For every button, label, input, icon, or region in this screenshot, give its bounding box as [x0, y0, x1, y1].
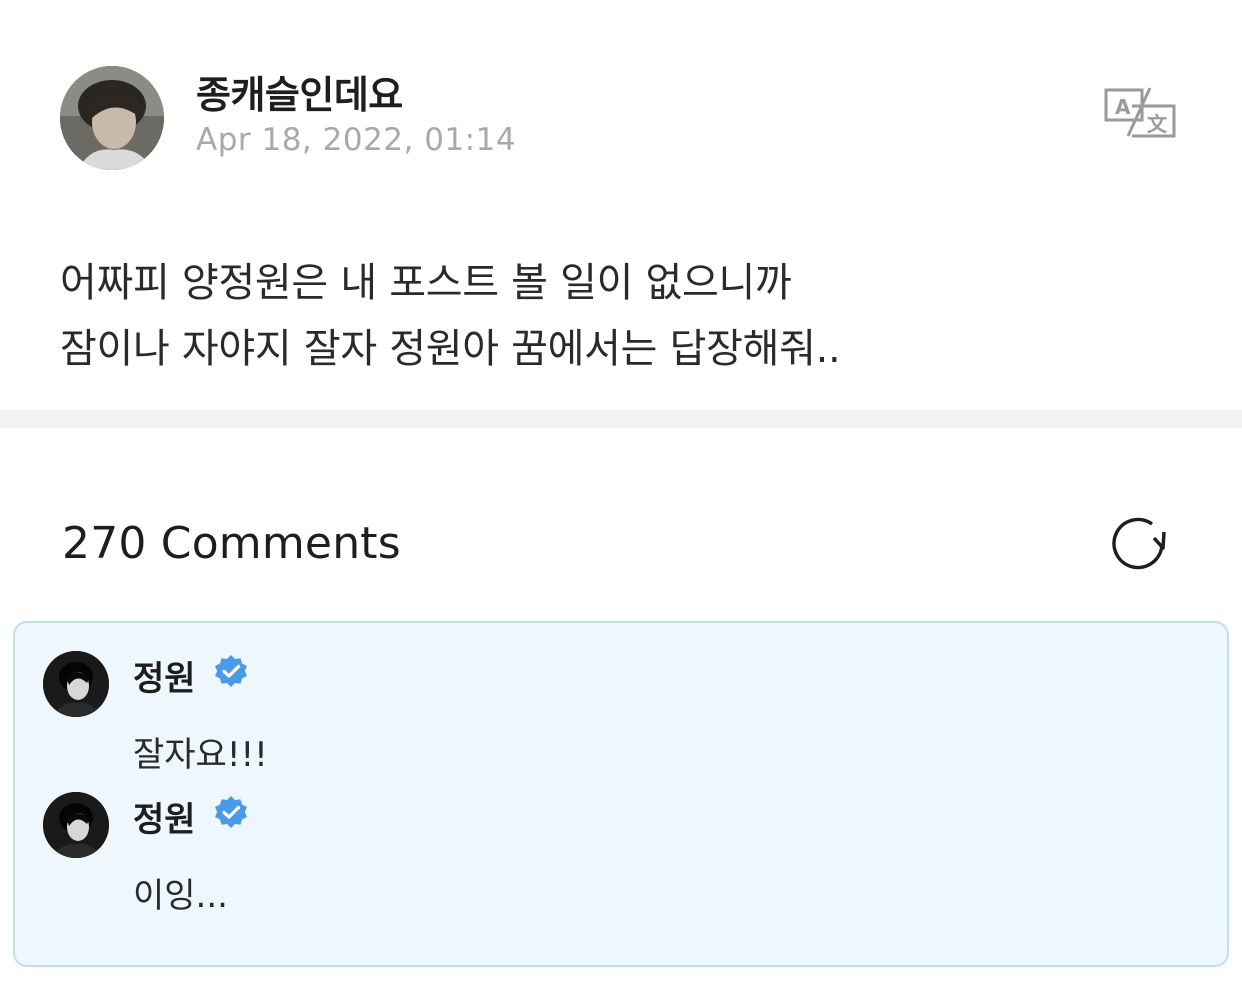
commenter-name[interactable]: 정원 [133, 792, 196, 841]
commenter-avatar[interactable] [43, 651, 109, 717]
comment-text: 이잉... [133, 876, 228, 916]
translate-button[interactable]: A 文 [1102, 86, 1178, 140]
post-body-line: 잠이나 자야지 잘자 정원아 꿈에서는 답장해줘.. [60, 326, 841, 372]
avatar-photo [43, 792, 109, 858]
commenter-name[interactable]: 정원 [133, 651, 196, 700]
verified-badge-icon [213, 653, 249, 689]
avatar-photo [43, 651, 109, 717]
author-name[interactable]: 종캐슬인데요 [196, 64, 403, 119]
verified-badge-icon [213, 794, 249, 830]
section-divider [0, 410, 1242, 428]
commenter-avatar[interactable] [43, 792, 109, 858]
comments-count: 270 Comments [62, 518, 401, 569]
author-avatar[interactable] [60, 66, 164, 170]
post-body-line: 어짜피 양정원은 내 포스트 볼 일이 없으니까 [60, 260, 792, 306]
svg-text:文: 文 [1147, 112, 1168, 136]
comment-item[interactable]: 정원 이잉... [15, 764, 1231, 916]
artist-comments-box: 정원 잘자요!!! 정원 이잉... [13, 621, 1229, 967]
post-timestamp: Apr 18, 2022, 01:14 [196, 122, 517, 158]
post-header: 종캐슬인데요 Apr 18, 2022, 01:14 A 文 [0, 0, 1242, 200]
refresh-button[interactable] [1110, 514, 1172, 572]
avatar-photo [60, 66, 164, 170]
post-body: 어짜피 양정원은 내 포스트 볼 일이 없으니까 잠이나 자야지 잘자 정원아 … [60, 250, 1180, 382]
translate-icon: A 文 [1104, 87, 1176, 138]
refresh-icon [1112, 517, 1166, 570]
comment-item[interactable]: 정원 잘자요!!! [15, 623, 1231, 775]
svg-text:A: A [1115, 95, 1131, 119]
